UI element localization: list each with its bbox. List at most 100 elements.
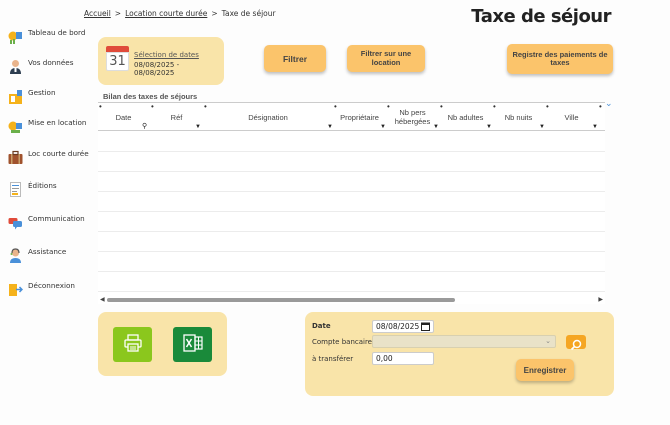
tax-table: • Date ⚲ • Réf ▼ • Désignation ▼ • Propr… [98,102,605,304]
tax-register-button[interactable]: Registre des paiements de taxes [507,44,613,74]
column-header-label: Propriétaire [340,112,379,122]
column-resize-handle[interactable]: • [99,103,102,111]
sidebar-item-communication[interactable]: Communication [8,214,85,230]
horizontal-scrollbar[interactable]: ◀ ▶ [98,296,605,304]
sidebar-item-label: Tableau de bord [28,28,86,37]
date-selection-link[interactable]: Sélection de dates [134,51,199,59]
filter-icon[interactable]: ▼ [195,124,201,130]
calendar-day: 31 [106,52,129,71]
sidebar-item-label: Communication [28,214,85,223]
filter-icon[interactable]: ▼ [486,124,492,130]
sidebar-item-mise-en-location[interactable]: Mise en location [8,118,86,134]
column-header-label: Nb nuits [504,112,533,122]
table-row [98,272,605,292]
filter-button[interactable]: Filtrer [264,45,326,72]
date-selection-panel: 31 Sélection de dates 08/08/2025 - 08/08… [98,37,224,85]
date-field-value: 08/08/2025 [376,322,420,331]
column-header-ville[interactable]: • Ville ▼ • [546,103,602,131]
column-header-nb-pers[interactable]: • Nb pers hébergées ▼ [387,103,439,131]
table-row [98,232,605,252]
date-range-text: 08/08/2025 - 08/08/2025 [134,61,180,77]
excel-icon [182,333,203,356]
column-resize-handle[interactable]: • [334,103,337,111]
column-header-nb-adultes[interactable]: • Nb adultes ▼ [440,103,492,131]
page-title: Taxe de séjour [471,6,611,27]
sidebar-item-label: Déconnexion [28,281,75,290]
scrollbar-thumb[interactable] [107,298,455,302]
breadcrumb-separator: > [211,9,218,18]
column-resize-handle[interactable]: • [387,103,390,111]
filter-location-button[interactable]: Filtrer sur une location [347,45,425,72]
document-icon [8,182,23,197]
column-header-label: Date [115,112,132,122]
filter-icon[interactable]: ▼ [433,124,439,130]
export-panel [98,312,227,376]
scroll-left-icon[interactable]: ◀ [100,296,105,304]
printer-icon [123,333,142,356]
sidebar-item-loc-courte-duree[interactable]: Loc courte durée [8,149,89,165]
calendar-icon[interactable]: 31 [106,46,129,71]
sidebar-item-label: Éditions [28,181,57,190]
sidebar: Tableau de bord Vos données Gestion Mise… [0,0,92,425]
dashboard-icon [8,29,23,44]
column-header-designation[interactable]: • Désignation ▼ [204,103,333,131]
column-resize-handle[interactable]: • [440,103,443,111]
breadcrumb-parent-link[interactable]: Location courte durée [125,9,207,18]
print-button[interactable] [113,327,152,362]
column-header-label: Ville [564,112,579,122]
search-icon [570,336,582,355]
filter-icon[interactable]: ▼ [380,124,386,130]
column-header-ref[interactable]: • Réf ▼ [151,103,202,131]
scroll-right-icon[interactable]: ▶ [598,296,603,304]
table-row [98,152,605,172]
table-row [98,252,605,272]
filter-icon[interactable]: ▼ [539,124,545,130]
table-row [98,212,605,232]
search-account-button[interactable] [566,335,586,351]
sidebar-item-vos-donnees[interactable]: Vos données [8,58,73,74]
support-icon [8,248,23,263]
breadcrumb-separator: > [114,9,122,18]
save-button[interactable]: Enregistrer [516,359,574,381]
calendar-picker-icon[interactable] [421,322,430,333]
filter-icon[interactable]: ▼ [592,124,598,130]
transfer-amount-field[interactable]: 0,00 [372,352,434,365]
column-resize-handle[interactable]: • [204,103,207,111]
breadcrumb-home-link[interactable]: Accueil [84,9,111,18]
bank-account-select[interactable]: ⌄ [372,335,556,348]
date-label: Date [312,322,331,330]
table-row [98,132,605,152]
column-header-nb-nuits[interactable]: • Nb nuits ▼ [493,103,545,131]
column-header-label: Nb adultes [447,112,484,122]
column-resize-handle[interactable]: • [151,103,154,111]
excel-export-button[interactable] [173,327,212,362]
date-field[interactable]: 08/08/2025 [372,320,434,333]
user-icon [8,59,23,74]
sidebar-item-label: Vos données [28,58,74,67]
sidebar-item-label: Assistance [28,247,67,256]
sidebar-item-label: Loc courte durée [28,149,89,158]
sidebar-item-gestion[interactable]: Gestion [8,88,56,104]
sidebar-item-assistance[interactable]: Assistance [8,247,66,263]
transfer-form-panel: Date 08/08/2025 Compte bancaire ⌄ à tran… [305,312,614,396]
search-icon[interactable]: ⚲ [142,123,147,130]
filter-icon[interactable]: ▼ [327,124,333,130]
column-resize-handle[interactable]: • [493,103,496,111]
transfer-amount-value: 0,00 [376,354,393,363]
suitcase-icon [8,150,23,165]
chevron-down-icon: ⌄ [545,337,551,345]
rental-icon [8,119,23,134]
column-resize-handle[interactable]: • [546,103,549,111]
sidebar-item-label: Gestion [28,88,56,97]
logout-icon [8,282,24,297]
chevron-down-icon[interactable]: ⌄ [605,99,613,109]
sidebar-item-dashboard[interactable]: Tableau de bord [8,28,85,44]
sidebar-item-editions[interactable]: Éditions [8,181,57,197]
column-resize-handle[interactable]: • [599,103,602,111]
column-header-date[interactable]: • Date ⚲ [98,103,149,131]
chat-icon [8,215,23,230]
column-header-proprietaire[interactable]: • Propriétaire ▼ [334,103,386,131]
sidebar-item-label: Mise en location [28,118,87,127]
bank-account-label: Compte bancaire [312,338,372,346]
sidebar-item-deconnexion[interactable]: Déconnexion [8,281,75,297]
